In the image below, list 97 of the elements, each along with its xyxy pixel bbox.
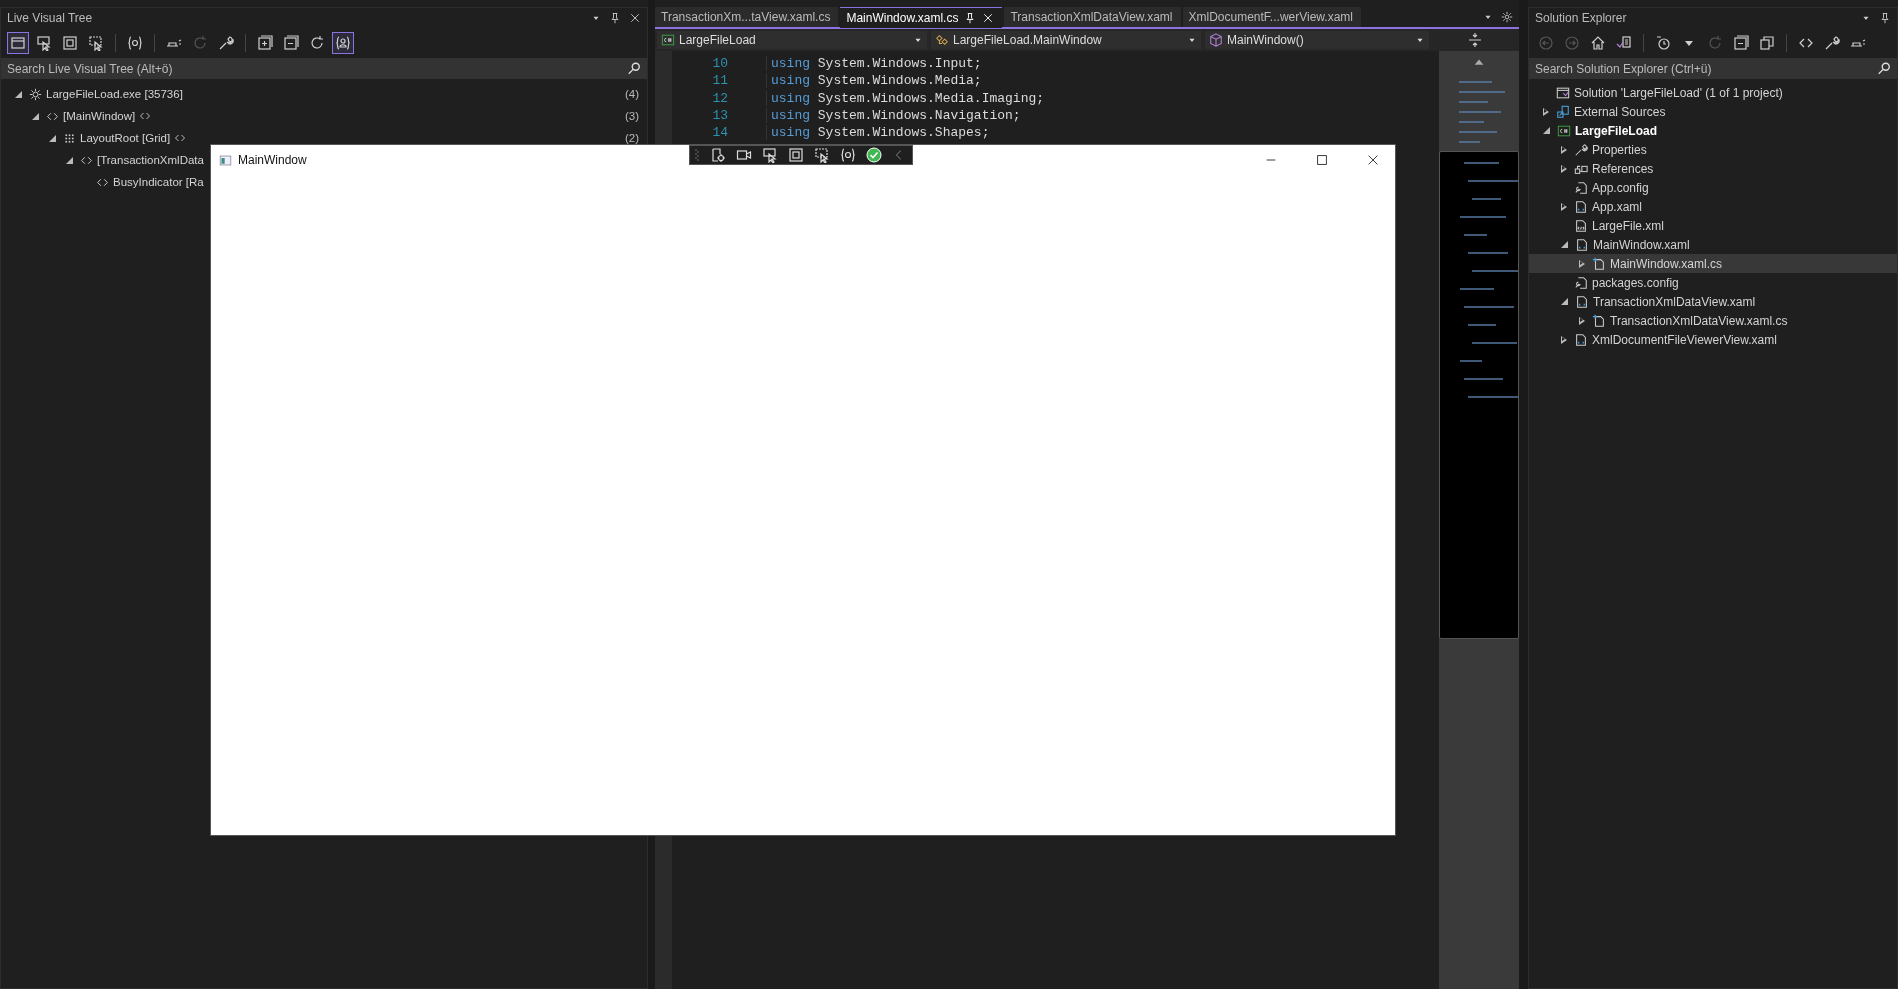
wrench-icon (1574, 142, 1588, 157)
csharp-project-icon (1557, 123, 1571, 138)
child-count: (4) (624, 88, 639, 100)
tree-item[interactable]: Solution 'LargeFileLoad' (1 of 1 project) (1574, 85, 1783, 100)
csharp-project-icon (661, 33, 675, 47)
search-field[interactable]: Search Solution Explorer (Ctrl+ü) (1529, 58, 1871, 79)
code-line: using System.Windows.Media; (771, 73, 982, 89)
pin-icon[interactable] (1879, 12, 1891, 24)
tree-item[interactable]: XmlDocumentFileViewerView.xaml (1592, 332, 1777, 347)
caret-icon[interactable] (15, 90, 22, 98)
code-file-icon (1592, 256, 1606, 271)
tree-item[interactable]: References (1592, 161, 1654, 176)
caret-icon[interactable] (1579, 259, 1585, 268)
tree-item[interactable]: LargeFileLoad.exe [35736] (46, 88, 183, 100)
xaml-file-icon (1574, 199, 1588, 214)
tree-item[interactable]: LargeFileLoad (1575, 123, 1657, 138)
camera-icon[interactable] (736, 147, 752, 163)
line-number: 12 (672, 90, 767, 106)
navigation-dropdown[interactable]: LargeFileLoad.MainWindow (931, 31, 1201, 49)
window-title: MainWindow (238, 153, 307, 167)
tree-item[interactable]: LargeFile.xml (1592, 218, 1665, 233)
close-icon[interactable] (982, 11, 995, 24)
navigation-dropdown[interactable]: LargeFileLoad (657, 31, 927, 49)
select-element-icon[interactable] (762, 147, 778, 163)
editor-tab[interactable]: XmlDocumentF...werView.xaml (1182, 7, 1361, 27)
split-icon[interactable] (1467, 32, 1483, 48)
config-file-icon (1574, 180, 1588, 195)
tree-item[interactable]: [TransactionXmlData (97, 154, 204, 166)
line-number: 13 (672, 108, 767, 124)
check-icon[interactable] (866, 147, 882, 163)
search-field[interactable]: Search Live Visual Tree (Alt+ö) (1, 58, 621, 79)
caret-icon[interactable] (1561, 298, 1568, 305)
tree-item[interactable]: packages.config (1592, 275, 1679, 290)
caret-icon[interactable] (49, 134, 56, 142)
caret-icon[interactable] (1579, 316, 1585, 325)
xaml-file-icon (1575, 237, 1589, 252)
tree-item[interactable]: App.xaml (1592, 199, 1643, 214)
line-number: 11 (672, 73, 767, 89)
code-brackets-icon[interactable] (174, 132, 187, 144)
app-icon (219, 153, 232, 167)
caret-icon[interactable] (1561, 164, 1567, 173)
pin-icon[interactable] (964, 11, 977, 24)
panel-title: Solution Explorer (1535, 11, 1627, 25)
code-line: using System.Windows.Media.Imaging; (771, 90, 1045, 106)
tree-item[interactable]: LayoutRoot [Grid] (80, 132, 171, 144)
search-icon[interactable] (621, 58, 647, 79)
line-number: 10 (672, 56, 767, 72)
tree-item[interactable]: Properties (1592, 142, 1647, 157)
method-icon (1209, 33, 1223, 47)
grip-icon[interactable] (694, 147, 700, 163)
tree-item[interactable]: MainWindow.xaml (1593, 237, 1690, 252)
xml-file-icon (1574, 218, 1588, 233)
editor-tab[interactable]: MainWindow.xaml.cs (840, 6, 1003, 28)
line-number: 14 (672, 125, 767, 141)
caret-icon[interactable] (1561, 335, 1567, 344)
tree-item[interactable]: TransactionXmlDataView.xaml.cs (1610, 313, 1788, 328)
tree-item[interactable]: App.config (1592, 180, 1649, 195)
config-file-icon (1574, 275, 1588, 290)
caret-icon[interactable] (32, 112, 39, 120)
gear-icon (29, 87, 42, 101)
tree-item[interactable]: BusyIndicator [Ra (113, 176, 204, 188)
tree-item[interactable]: [MainWindow] (63, 110, 136, 122)
child-count: (3) (624, 110, 639, 122)
code-file-icon (1592, 313, 1606, 328)
caret-icon[interactable] (66, 156, 73, 164)
preview-select-icon[interactable] (814, 147, 830, 163)
highlight-icon[interactable] (788, 147, 804, 163)
tree-item[interactable]: TransactionXmlDataView.xaml (1593, 294, 1756, 309)
code-brackets-icon[interactable] (139, 110, 152, 122)
caret-icon[interactable] (1561, 202, 1567, 211)
external-sources-icon (1556, 104, 1570, 119)
tree-item[interactable]: External Sources (1574, 104, 1666, 119)
navigation-dropdown[interactable]: MainWindow() (1205, 31, 1429, 49)
editor-tab[interactable]: TransactionXm...taView.xaml.cs (655, 7, 839, 27)
window-select-icon[interactable] (7, 32, 29, 54)
braces-icon[interactable] (840, 147, 856, 163)
caret-icon[interactable] (1543, 107, 1549, 116)
inspect-icon[interactable] (710, 147, 726, 163)
search-icon[interactable] (1871, 58, 1897, 79)
caret-icon[interactable] (1543, 127, 1550, 134)
child-count: (2) (624, 132, 639, 144)
panel-title: Live Visual Tree (7, 11, 93, 25)
pin-icon[interactable] (609, 12, 621, 24)
settings-icon[interactable] (1501, 11, 1513, 23)
class-icon (935, 33, 949, 47)
maximize-icon[interactable] (1314, 153, 1329, 167)
code-line: using System.Windows.Shapes; (771, 125, 990, 141)
close-icon[interactable] (629, 12, 641, 24)
code-line: using System.Windows.Input; (771, 56, 982, 72)
editor-tab[interactable]: TransactionXmlDataView.xaml (1004, 7, 1181, 27)
caret-icon[interactable] (1561, 145, 1567, 154)
xaml-file-icon (1574, 332, 1588, 347)
solution-icon (1556, 85, 1570, 100)
xaml-file-icon (1575, 294, 1589, 309)
braces-person-icon[interactable] (332, 32, 354, 54)
grid-icon (63, 131, 76, 145)
code-line: using System.Windows.Navigation; (771, 108, 1021, 124)
